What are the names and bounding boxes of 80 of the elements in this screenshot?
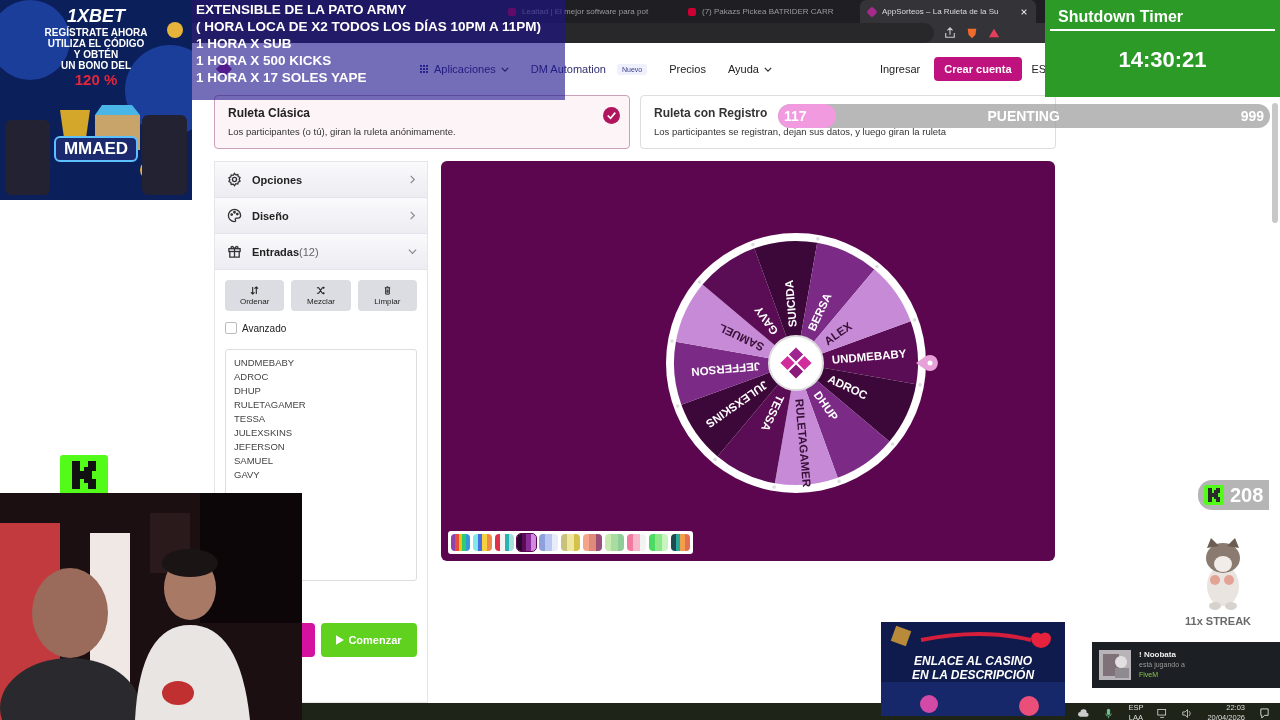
nav-link[interactable]: Ayuda: [727, 63, 772, 75]
checkbox[interactable]: [225, 322, 237, 334]
signup-button[interactable]: Crear cuenta: [934, 57, 1022, 81]
play-icon: [336, 635, 345, 645]
tool-button[interactable]: Limpiar: [357, 280, 417, 311]
caret-icon: [763, 66, 772, 72]
grid-icon: [420, 64, 429, 74]
share-icon[interactable]: [944, 27, 956, 39]
streak-label: 11x STREAK: [1185, 615, 1252, 627]
favicon-icon: [866, 5, 878, 18]
check-icon: [603, 107, 620, 124]
gift-icon: [227, 244, 242, 259]
kick-icon: [1204, 485, 1224, 505]
palette-swatch[interactable]: [671, 534, 690, 551]
ad-text: UN BONO DEL: [61, 60, 131, 71]
microphone-icon[interactable]: [1103, 707, 1115, 719]
ad-bonus: 120 %: [74, 71, 118, 88]
casino-text: ENLACE AL CASINO: [913, 654, 1032, 668]
caret-icon: [500, 66, 509, 72]
tool-button[interactable]: Mezclar: [291, 280, 351, 311]
announcement-line: EXTENSIBLE DE LA PATO ARMY: [196, 1, 407, 18]
ad-text: Y OBTÉN: [73, 49, 119, 60]
announcement-line: ( HORA LOCA DE X2 TODOS LOS DÍAS 10PM A 11PM): [196, 18, 542, 35]
browser-tab[interactable]: (7) Pakazs Pickea BATRIDER CARR: [680, 0, 856, 23]
sort-icon: [250, 285, 260, 295]
goal-current: 117: [784, 108, 807, 124]
trash-icon: [382, 285, 392, 295]
mode-title: Ruleta con Registro: [654, 106, 768, 120]
palette-swatch[interactable]: [649, 534, 668, 551]
announcement-line: 1 HORA X 17 SOLES YAPE: [196, 69, 367, 86]
nav-link[interactable]: Precios: [669, 63, 706, 75]
language-selector[interactable]: ES: [1031, 63, 1047, 75]
shuffle-icon: [316, 285, 326, 295]
cloud-icon[interactable]: [1078, 707, 1090, 719]
favicon-icon: [508, 7, 516, 16]
tool-button[interactable]: Ordenar: [225, 280, 285, 311]
checkbox-label: Avanzado: [242, 322, 287, 334]
goal-target: 999: [1240, 108, 1264, 124]
favicon-icon: [688, 7, 696, 16]
palette-swatch[interactable]: [583, 534, 602, 551]
palette-swatch[interactable]: [451, 534, 470, 551]
casino-text: EN LA DESCRIPCIÓN: [910, 668, 1036, 682]
mode-description: Los participantes se registran, dejan sus datos, y luego giran la ruleta: [654, 126, 948, 137]
advanced-checkbox[interactable]: Avanzado: [225, 322, 417, 334]
palette-swatch[interactable]: [627, 534, 646, 551]
palette-swatch[interactable]: [605, 534, 624, 551]
close-icon[interactable]: [1020, 7, 1028, 16]
browser-tab[interactable]: AppSorteos – La Ruleta de la Su: [860, 0, 1036, 23]
triangle-icon[interactable]: [988, 27, 1000, 39]
accordion-header[interactable]: Diseño: [215, 198, 427, 234]
ad-text: UTILIZA EL CÓDIGO: [47, 38, 145, 49]
chevron-icon: [408, 247, 417, 256]
monitor-icon[interactable]: [1157, 707, 1169, 719]
notification-icon[interactable]: [1259, 707, 1270, 719]
timer-title: Shutdown Timer: [1050, 0, 1275, 31]
login-link[interactable]: Ingresar: [879, 63, 921, 75]
mode-title: Ruleta Clásica: [228, 106, 311, 120]
promo-code: MMAED: [53, 136, 139, 162]
gear-icon: [227, 172, 242, 187]
ad-brand: 1XBET: [67, 6, 125, 26]
palette-swatch[interactable]: [539, 534, 558, 551]
chevron-icon: [408, 175, 417, 184]
accordion-header[interactable]: Opciones: [215, 162, 427, 198]
notification-name: ! Noobata: [1139, 650, 1177, 660]
palette-swatch[interactable]: [561, 534, 580, 551]
kick-count: 208: [1230, 483, 1264, 507]
announcement-line: 1 HORA X 500 KICKS: [196, 52, 332, 69]
timer-value: 14:30:21: [1117, 47, 1208, 73]
ad-text: REGÍSTRATE AHORA: [44, 27, 148, 38]
mode-card[interactable]: Ruleta Clásica Los participantes (o tú), giran la ruleta anónimamente.: [214, 95, 630, 149]
palette-swatch[interactable]: [495, 534, 514, 551]
palette-swatch[interactable]: [473, 534, 492, 551]
chevron-icon: [408, 211, 417, 220]
speaker-icon[interactable]: [1182, 707, 1194, 719]
palette-icon: [227, 208, 242, 223]
kick-logo-icon: [60, 455, 108, 495]
mode-description: Los participantes (o tú), giran la ruleta anónimamente.: [228, 126, 457, 137]
accordion-header[interactable]: Entradas(12): [215, 234, 427, 270]
goal-label: PUENTING: [987, 108, 1060, 124]
palette-swatch[interactable]: [517, 534, 536, 551]
